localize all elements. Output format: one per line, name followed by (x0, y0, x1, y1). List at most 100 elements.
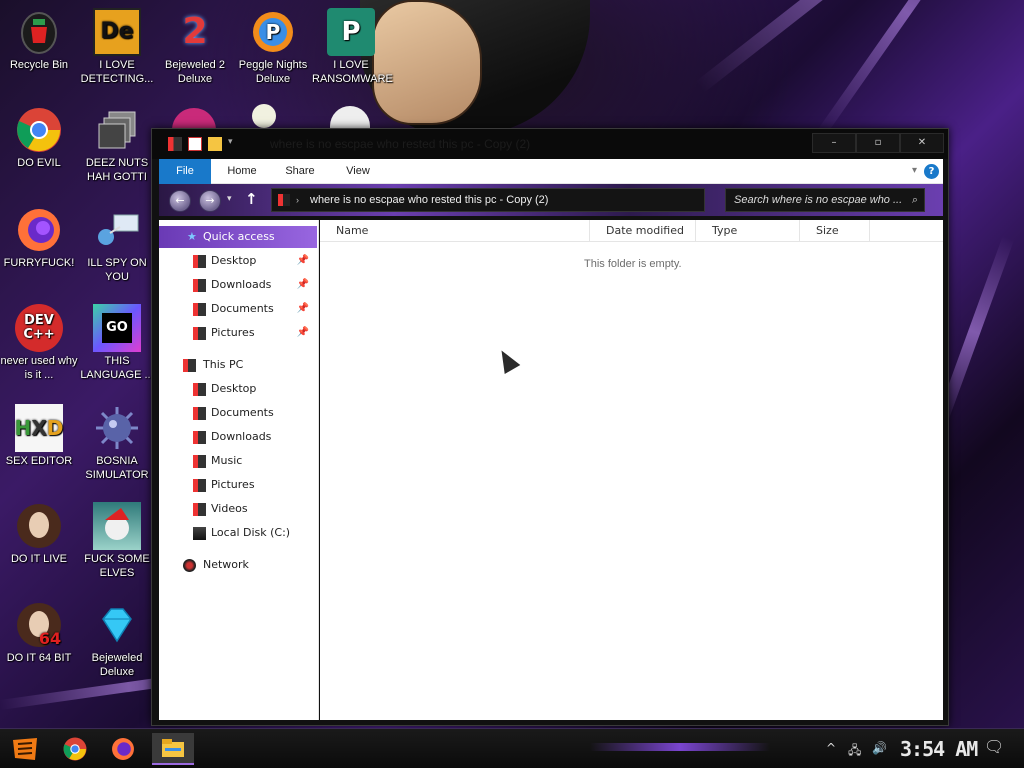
goland-icon: GO (93, 304, 141, 352)
quick-access-toolbar: ▾ (168, 137, 242, 151)
pin-icon[interactable]: 📌 (297, 274, 309, 296)
desktop-icon-chrome[interactable]: DO EVIL (0, 106, 78, 170)
file-list[interactable]: Name Date modified Type Size This folder… (320, 220, 943, 720)
desktop-icon-firefox[interactable]: FURRYFUCK! (0, 206, 78, 270)
desktop-icon-label: DO IT LIVE (10, 553, 68, 565)
desktop-folder-icon (193, 255, 206, 268)
nav-qa-documents[interactable]: Documents 📌 (159, 298, 317, 320)
column-size[interactable]: Size (800, 220, 870, 242)
recent-locations-icon[interactable]: ▾ (227, 194, 232, 204)
chevron-down-icon[interactable]: ▾ (228, 137, 242, 151)
desktop-folder-icon (193, 383, 206, 396)
nav-pc-documents[interactable]: Documents (159, 402, 317, 424)
tab-file[interactable]: File (159, 159, 211, 184)
ribbon-tabs: File Home Share View ▾ ? (159, 159, 943, 184)
desktop-icon-deez-nuts[interactable]: DEEZ NUTS HAH GOTTI (78, 106, 156, 184)
column-type[interactable]: Type (696, 220, 800, 242)
nav-pc-videos[interactable]: Videos (159, 498, 317, 520)
nav-this-pc[interactable]: This PC (159, 354, 317, 376)
expand-ribbon-icon[interactable]: ▾ (912, 165, 917, 176)
pin-icon[interactable]: 📌 (297, 250, 309, 272)
column-date-modified[interactable]: Date modified (590, 220, 696, 242)
desktop-icon-label: ILL SPY ON YOU (87, 257, 147, 283)
desktop-icon-partial (172, 108, 216, 130)
chrome-icon (15, 106, 63, 154)
taskbar: ^ 🖧 🔊 3:54 AM 🗨 (0, 728, 1024, 768)
desktop-icon-spy[interactable]: ILL SPY ON YOU (78, 206, 156, 284)
column-header-row: Name Date modified Type Size (320, 220, 943, 242)
desktop-icon-bejeweled2[interactable]: 2 Bejeweled 2 Deluxe (156, 8, 234, 86)
taskbar-clock[interactable]: 3:54 AM (900, 737, 978, 761)
desktop-icon-elves[interactable]: FUCK SOME ELVES (78, 502, 156, 580)
devcpp-icon: DEV C++ (15, 304, 63, 352)
minimize-button[interactable]: – (812, 133, 856, 153)
desktop-icon-hxd[interactable]: HXD SEX EDITOR (0, 404, 78, 468)
start-button[interactable] (8, 733, 42, 765)
title-bar[interactable]: ▾ where is no escpae who rested this pc … (152, 129, 948, 159)
action-center-icon[interactable]: 🗨 (984, 737, 1004, 756)
desktop-icon-bejeweled[interactable]: Bejeweled Deluxe (78, 601, 156, 679)
wallpaper-ray (815, 0, 997, 138)
tab-view[interactable]: View (337, 159, 379, 184)
desktop-icon-goland[interactable]: GO THIS LANGUAGE ... (78, 304, 156, 382)
breadcrumb-separator-icon[interactable]: › (296, 189, 299, 211)
pin-icon[interactable]: 📌 (297, 322, 309, 344)
nav-qa-pictures[interactable]: Pictures 📌 (159, 322, 317, 344)
show-hidden-icons-button[interactable]: ^ (826, 741, 836, 755)
nav-pc-music[interactable]: Music (159, 450, 317, 472)
breadcrumb-current[interactable]: where is no escpae who rested this pc - … (310, 194, 548, 206)
nav-qa-desktop[interactable]: Desktop 📌 (159, 250, 317, 272)
network-icon (183, 559, 196, 572)
desktop-icon-devcpp[interactable]: DEV C++ never used why is it ... (0, 304, 78, 382)
desktop-icon-label: FURRYFUCK! (3, 257, 75, 269)
hxd-icon: HXD (15, 404, 63, 452)
search-input[interactable]: Search where is no escpae who ... ⌕ (725, 188, 925, 212)
taskbar-chrome-button[interactable] (58, 733, 92, 765)
nav-pc-local-disk[interactable]: Local Disk (C:) (159, 522, 317, 544)
desktop-icon-label: DO EVIL (17, 157, 61, 169)
nav-pc-desktop[interactable]: Desktop (159, 378, 317, 400)
desktop-icon-bosnia[interactable]: BOSNIA SIMULATOR (78, 404, 156, 482)
help-button[interactable]: ? (924, 164, 939, 179)
computer-icon (183, 359, 196, 372)
desktop-icon-publisher[interactable]: P I LOVE RANSOMWARE (312, 8, 393, 86)
portrait-icon (15, 502, 63, 550)
desktop-icon-label: Bejeweled 2 Deluxe (165, 59, 225, 85)
desktop-icon-peggle[interactable]: P Peggle Nights Deluxe (234, 8, 312, 86)
column-name[interactable]: Name (320, 220, 590, 242)
start-icon (13, 738, 37, 760)
properties-icon[interactable] (188, 137, 202, 151)
nav-pc-downloads[interactable]: Downloads (159, 426, 317, 448)
videos-folder-icon (193, 503, 206, 516)
network-tray-icon[interactable]: 🖧 (848, 741, 861, 762)
firefox-icon (112, 738, 134, 760)
nav-pc-pictures[interactable]: Pictures (159, 474, 317, 496)
forward-button[interactable]: → (199, 190, 221, 212)
tab-home[interactable]: Home (221, 159, 263, 184)
taskbar-file-explorer-button[interactable] (152, 733, 194, 765)
nav-quick-access[interactable]: ★ Quick access (159, 226, 317, 248)
close-button[interactable]: ✕ (900, 133, 944, 153)
desktop-icon-label: DEEZ NUTS HAH GOTTI (85, 157, 149, 183)
tab-share[interactable]: Share (279, 159, 321, 184)
up-button[interactable]: ↑ (245, 190, 258, 208)
taskbar-firefox-button[interactable] (106, 733, 140, 765)
nav-qa-downloads[interactable]: Downloads 📌 (159, 274, 317, 296)
desktop-icon-label: DO IT 64 BIT (6, 652, 72, 664)
back-button[interactable]: ← (169, 190, 191, 212)
desktop-icon-recycle-bin[interactable]: Recycle Bin (0, 8, 78, 72)
desktop-icon-detect-it-easy[interactable]: De I LOVE DETECTING... (78, 8, 156, 86)
nav-network[interactable]: Network (159, 554, 317, 576)
publisher-icon: P (327, 8, 375, 56)
peggle-icon: P (249, 8, 297, 56)
documents-folder-icon (193, 303, 206, 316)
desktop-icon-do-it-live[interactable]: DO IT LIVE (0, 502, 78, 566)
pictures-folder-icon (193, 327, 206, 340)
desktop-icon-do-it-64[interactable]: 64 DO IT 64 BIT (0, 601, 78, 665)
pin-icon[interactable]: 📌 (297, 298, 309, 320)
maximize-button[interactable]: ▫ (856, 133, 900, 153)
volume-icon[interactable]: 🔊 (872, 741, 887, 755)
recycle-bin-icon (15, 8, 63, 56)
address-field[interactable]: › where is no escpae who rested this pc … (271, 188, 705, 212)
new-folder-icon[interactable] (208, 137, 222, 151)
